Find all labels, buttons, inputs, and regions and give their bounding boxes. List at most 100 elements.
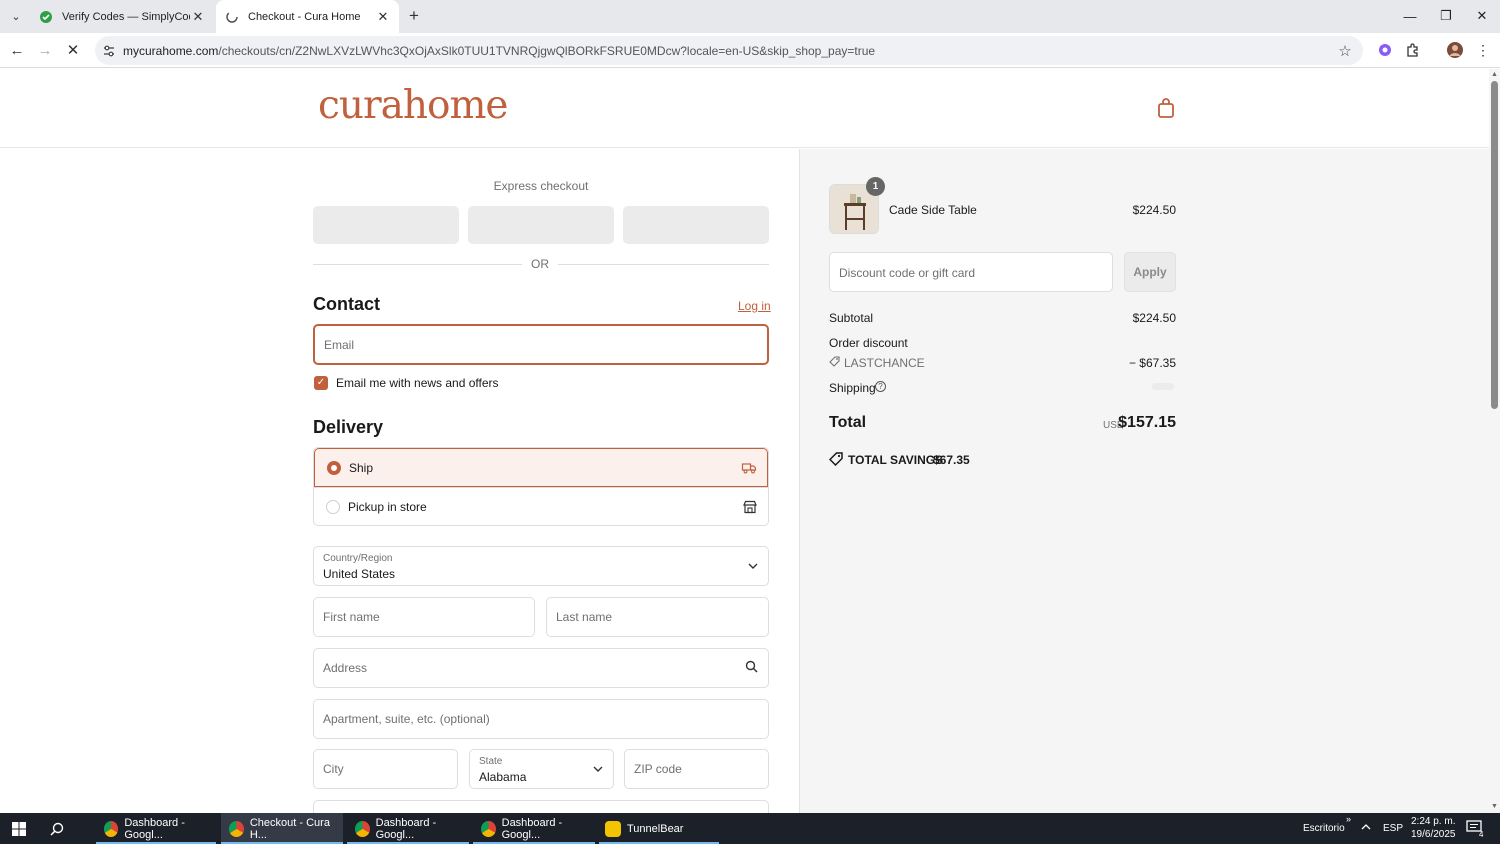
url-host: mycurahome.com: [123, 43, 219, 58]
apply-button[interactable]: Apply: [1124, 252, 1176, 292]
simplycodes-favicon-icon: [39, 10, 53, 24]
stop-loading-icon[interactable]: ✕: [62, 39, 84, 61]
chrome-icon: [229, 820, 244, 837]
apartment-placeholder: Apartment, suite, etc. (optional): [323, 712, 490, 726]
tab-simplycodes[interactable]: Verify Codes — SimplyCodes ✕: [30, 0, 214, 33]
email-field[interactable]: Email: [313, 324, 769, 365]
last-name-field[interactable]: Last name: [546, 597, 769, 637]
search-icon: [745, 660, 758, 676]
country-select[interactable]: Country/Region United States: [313, 546, 769, 586]
new-tab-plus-icon[interactable]: +: [404, 6, 424, 26]
shipping-label: Shipping: [829, 381, 876, 395]
taskbar-chrome-dashboard-1[interactable]: Dashboard - Googl...: [96, 813, 216, 844]
savings-tag-icon: [828, 452, 843, 469]
close-tab-icon[interactable]: ✕: [190, 9, 206, 25]
checkout-page: curahome Express checkout OR Contact Log…: [0, 69, 1489, 813]
input-language[interactable]: ESP: [1383, 823, 1403, 834]
newsletter-checkbox[interactable]: ✓: [314, 376, 328, 390]
or-divider-text: OR: [531, 257, 549, 271]
subtotal-label: Subtotal: [829, 311, 874, 325]
taskbar-tunnelbear[interactable]: TunnelBear: [599, 813, 719, 844]
close-window-icon[interactable]: ✕: [1468, 4, 1496, 28]
login-link[interactable]: Log in: [738, 299, 771, 313]
curahome-logo[interactable]: curahome: [318, 83, 509, 128]
country-label: Country/Region: [323, 553, 393, 564]
taskbar-chrome-dashboard-3[interactable]: Dashboard - Googl...: [473, 813, 595, 844]
tab-title: Verify Codes — SimplyCodes: [62, 10, 190, 23]
state-value: Alabama: [479, 770, 527, 784]
desktop-toolbar-label[interactable]: Escritorio: [1303, 823, 1345, 834]
discount-placeholder: Discount code or gift card: [839, 266, 976, 280]
scroll-down-arrow-icon[interactable]: ▼: [1490, 802, 1499, 811]
scroll-up-arrow-icon[interactable]: ▲: [1490, 70, 1499, 79]
order-discount-label: Order discount: [829, 336, 908, 350]
page-scrollbar[interactable]: ▲ ▼: [1489, 69, 1500, 813]
profile-avatar[interactable]: [1444, 39, 1466, 61]
menu-kebab-icon[interactable]: ⋮: [1472, 39, 1494, 61]
tab-title: Checkout - Cura Home: [248, 10, 361, 23]
city-field[interactable]: City: [313, 749, 458, 789]
ship-radio[interactable]: [327, 460, 341, 475]
subtotal-value: $224.50: [1132, 311, 1176, 325]
shipping-loading-placeholder: [1152, 383, 1174, 390]
clock-date[interactable]: 19/6/2025: [1411, 829, 1456, 840]
discount-code: LASTCHANCE: [844, 356, 925, 370]
help-circle-icon[interactable]: ?: [875, 381, 886, 392]
tab-checkout[interactable]: Checkout - Cura Home ✕: [216, 0, 399, 33]
show-hidden-icons-chevron-up-icon[interactable]: [1361, 822, 1371, 833]
city-placeholder: City: [323, 762, 344, 776]
chrome-icon: [355, 820, 370, 837]
chrome-icon: [104, 820, 119, 837]
truck-icon: [741, 460, 757, 476]
total-value: $157.15: [1118, 414, 1176, 431]
url-text: mycurahome.com/checkouts/cn/Z2NwLXVzLWVh…: [123, 44, 1335, 58]
express-pay-button-1[interactable]: [313, 206, 459, 244]
windows-start-icon[interactable]: [8, 813, 30, 844]
bookmark-star-icon[interactable]: ☆: [1335, 41, 1355, 61]
notification-count-badge: 4: [1479, 830, 1484, 839]
search-icon[interactable]: [46, 813, 68, 844]
restore-icon[interactable]: ❐: [1432, 4, 1460, 28]
zip-placeholder: ZIP code: [634, 762, 682, 776]
url-path: /checkouts/cn/Z2NwLXVzLWVhc3QxOjAxSlk0TU…: [218, 43, 876, 58]
tab-search-chevron-icon[interactable]: ⌄: [6, 6, 26, 26]
quantity-badge: 1: [866, 177, 885, 196]
phone-field-partial[interactable]: [313, 800, 769, 813]
pickup-radio[interactable]: [326, 500, 340, 514]
close-tab-icon[interactable]: ✕: [375, 9, 391, 25]
address-field[interactable]: Address: [313, 648, 769, 688]
express-pay-button-2[interactable]: [468, 206, 614, 244]
scrollbar-thumb[interactable]: [1491, 81, 1498, 409]
taskbar-chrome-dashboard-2[interactable]: Dashboard - Googl...: [347, 813, 469, 844]
minimize-icon[interactable]: —: [1396, 4, 1424, 28]
zip-field[interactable]: ZIP code: [624, 749, 769, 789]
order-summary-panel: [799, 149, 1489, 813]
toolbar-overflow-icon[interactable]: »: [1346, 814, 1351, 824]
taskbar-item-label: Dashboard - Googl...: [124, 816, 185, 841]
state-select[interactable]: State Alabama: [469, 749, 614, 789]
taskbar-item-label: Dashboard - Googl...: [375, 816, 437, 841]
forward-arrow-icon[interactable]: →: [34, 39, 56, 61]
first-name-field[interactable]: First name: [313, 597, 535, 637]
extension-purple-icon[interactable]: [1374, 39, 1396, 61]
chevron-down-icon: [593, 763, 603, 775]
total-label: Total: [829, 414, 867, 431]
taskbar-item-label: TunnelBear: [627, 822, 684, 835]
delivery-option-ship[interactable]: Ship: [314, 448, 768, 487]
site-info-tune-icon[interactable]: [101, 43, 117, 59]
chevron-down-icon: [748, 560, 758, 572]
discount-code-field[interactable]: Discount code or gift card: [829, 252, 1113, 292]
shopping-bag-icon[interactable]: [1156, 97, 1176, 119]
first-name-placeholder: First name: [323, 610, 380, 624]
address-bar[interactable]: mycurahome.com/checkouts/cn/Z2NwLXVzLWVh…: [95, 36, 1363, 65]
address-placeholder: Address: [323, 661, 368, 675]
express-pay-button-3[interactable]: [623, 206, 769, 244]
taskbar-chrome-checkout[interactable]: Checkout - Cura H...: [221, 813, 343, 844]
extensions-puzzle-icon[interactable]: [1402, 39, 1424, 61]
delivery-option-pickup[interactable]: Pickup in store: [314, 487, 768, 525]
apartment-field[interactable]: Apartment, suite, etc. (optional): [313, 699, 769, 739]
divider: [558, 264, 769, 265]
back-arrow-icon[interactable]: ←: [6, 39, 28, 61]
clock-time[interactable]: 2:24 p. m.: [1411, 816, 1455, 827]
country-value: United States: [323, 567, 396, 581]
